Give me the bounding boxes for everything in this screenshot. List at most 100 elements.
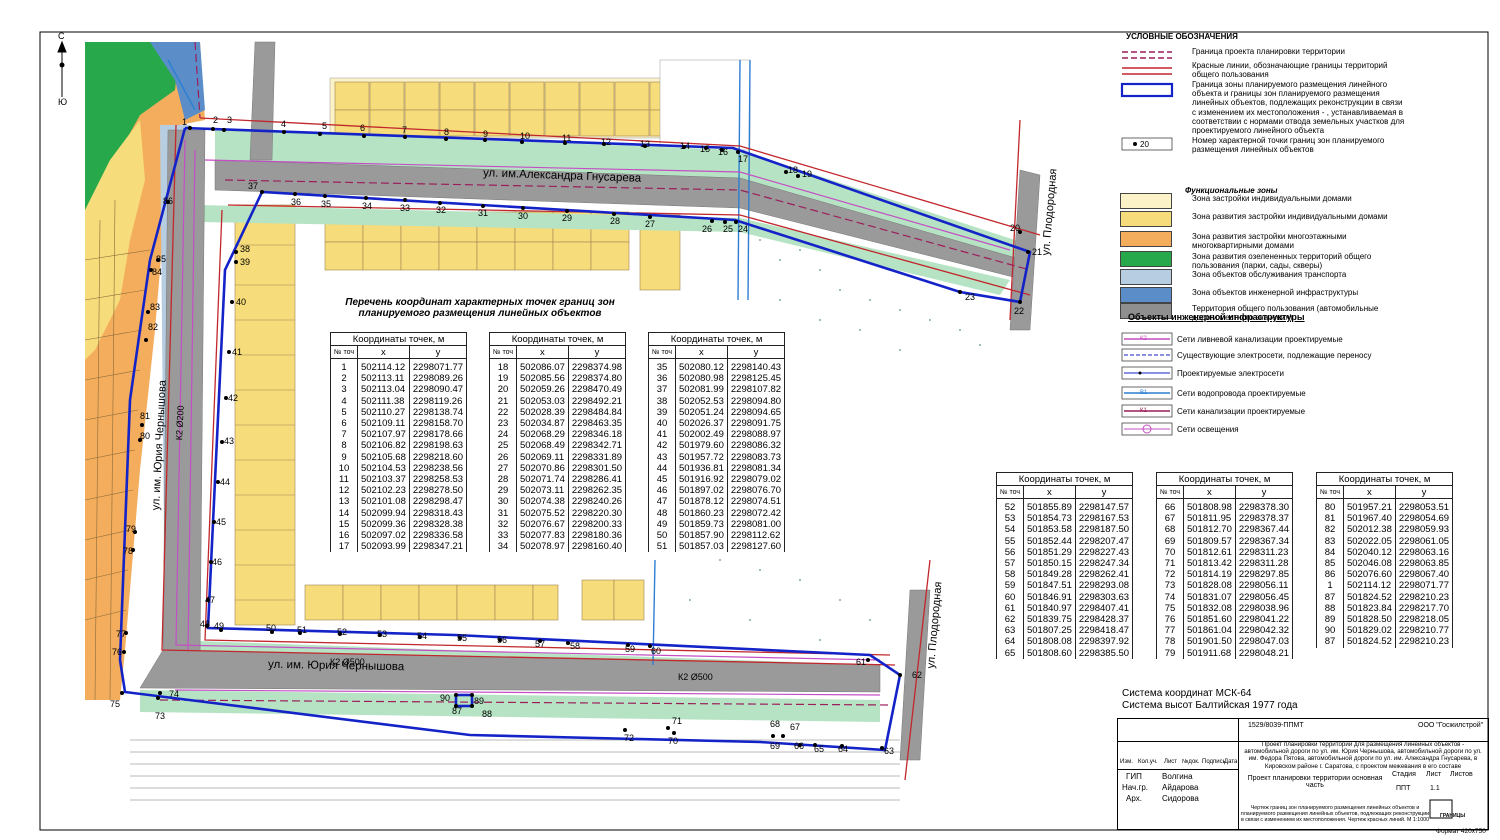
table-cell: 501911.68 (1182, 647, 1236, 659)
stamp-col-izm: Изм. (1120, 759, 1133, 765)
table-cell: 502046.08 (1342, 558, 1396, 570)
table-cell: 37 (648, 384, 676, 396)
table-cell: 2298063.16 (1394, 546, 1454, 559)
table-cell: 53 (996, 513, 1024, 525)
table-cell: 501808.98 (1182, 498, 1236, 514)
point-label: 53 (377, 629, 388, 639)
table-cell: 502002.49 (674, 429, 728, 441)
table-cell: 502077.83 (515, 530, 569, 542)
table-cell: 46 (648, 485, 676, 497)
table-cell: 44 (648, 462, 676, 475)
table-cell: 501828.50 (1342, 614, 1396, 626)
table-cell: 57 (996, 558, 1024, 570)
table-row: 62 501839.75 2298428.37 (996, 614, 1134, 626)
point-label: 34 (362, 201, 373, 211)
stamp-col-date: Дата (1224, 759, 1238, 765)
table-cell: 76 (1156, 614, 1184, 626)
legend-item-boundary: Граница проекта планировки территории (1192, 47, 1345, 56)
table-cell: 502106.82 (356, 440, 410, 452)
point-label: 63 (884, 746, 895, 756)
table-cell: 2298374.80 (567, 373, 627, 385)
stamp-role-3: Арх. (1126, 794, 1142, 803)
table-cell: 501823.84 (1342, 602, 1396, 615)
table-row: 87 501824.52 2298210.23 (1316, 636, 1454, 648)
table-cell: 2298112.62 (726, 530, 786, 542)
table-row: 80 501957.21 2298053.51 (1316, 498, 1454, 514)
table-cell: 2298385.50 (1074, 647, 1134, 659)
table-cell: 80 (1316, 498, 1344, 514)
compass-north-label: С (58, 31, 65, 41)
table-cell: 501831.07 (1182, 591, 1236, 603)
point-label: 75 (110, 699, 121, 709)
table-cell: 2298089.26 (408, 373, 468, 385)
point-label: 42 (228, 393, 239, 403)
table-row: 53 501854.73 2298167.53 (996, 513, 1134, 525)
table-cell: 2298079.02 (726, 474, 786, 486)
table-row: 35 502080.12 2298140.43 (648, 358, 786, 374)
table-row: 86 502076.60 2298067.40 (1316, 569, 1454, 581)
table-cell: 502022.05 (1342, 535, 1396, 547)
point-label: 64 (838, 744, 849, 754)
stamp-logo: ГРАНИЦЫ (1440, 813, 1466, 819)
table-cell: 2298210.77 (1394, 625, 1454, 637)
table-cell: 67 (1156, 513, 1184, 525)
point-label: 7 (402, 125, 408, 135)
table-row: 60 501846.91 2298303.63 (996, 591, 1134, 603)
table-cell: 48 (648, 507, 676, 519)
height-system-text: Система высот Балтийская 1977 года (1122, 700, 1298, 711)
table-cell: 502086.07 (515, 358, 569, 374)
table-cell: 502085.56 (515, 373, 569, 385)
coord-table-4: Координаты точек, м № точ x y 52 501855.89 229… (995, 472, 1134, 659)
coord-table-2: Координаты точек, м № точ x y 18 502086.07 229… (488, 332, 627, 553)
table-cell: 2298198.63 (408, 440, 468, 452)
table-cell: 502080.98 (674, 373, 728, 385)
table-cell: 501849.28 (1022, 569, 1076, 581)
table-row: 36 502080.98 2298125.45 (648, 373, 786, 385)
table-row: 67 501811.95 2298378.37 (1156, 513, 1294, 525)
table-row: 19 502085.56 2298374.80 (489, 373, 627, 385)
table-cell: 502113.04 (356, 384, 410, 396)
table-cell: 3 (330, 384, 358, 396)
table-cell: 38 (648, 395, 676, 407)
table-cell: 55 (996, 535, 1024, 547)
point-label: 60 (651, 646, 662, 656)
point-label: 1 (182, 117, 188, 127)
table-cell: 501857.03 (674, 541, 728, 553)
coord-system-text: Система координат МСК-64 (1122, 688, 1252, 699)
legend-b1-code: В1 (1140, 390, 1148, 396)
legend-infra-title: Объекты инженерной инфраструктуры (1128, 312, 1305, 322)
table-cell: 502076.67 (515, 518, 569, 531)
point-label: 50 (266, 623, 277, 633)
table-cell: 2298086.32 (726, 440, 786, 452)
table-caption: Координаты точек, м (1155, 472, 1294, 486)
point-label: 83 (150, 302, 161, 312)
table-cell: 69 (1156, 535, 1184, 547)
coord-table-1: Координаты точек, м № точ x y 1 502114.12 2298… (329, 332, 468, 553)
table-cell: 45 (648, 474, 676, 486)
table-cell: 501957.72 (674, 451, 728, 463)
table-cell: 2298059.93 (1394, 524, 1454, 536)
table-cell: 501936.81 (674, 462, 728, 475)
table-cell: 2298463.35 (567, 418, 627, 430)
table-cell: 501824.52 (1342, 591, 1396, 603)
table-row: 43 501957.72 2298083.73 (648, 451, 786, 463)
table-row: 77 501861.04 2298042.32 (1156, 625, 1294, 637)
table-cell: 2298090.47 (408, 384, 468, 396)
table-row: 90 501829.02 2298210.77 (1316, 625, 1454, 637)
table-cell: 73 (1156, 580, 1184, 592)
table-cell: 502101.08 (356, 496, 410, 508)
table-cell: 501847.51 (1022, 580, 1076, 592)
table-row: 44 501936.81 2298081.34 (648, 462, 786, 475)
table-cell: 2298125.45 (726, 373, 786, 385)
table-cell: 502093.99 (356, 541, 410, 553)
table-cell: 2298247.34 (1074, 558, 1134, 570)
point-label: 9 (483, 129, 489, 139)
table-cell: 2298081.00 (726, 518, 786, 531)
zone-label: Зона развития застройки индивидуальными … (1192, 212, 1388, 221)
table-row: 32 502076.67 2298200.33 (489, 518, 627, 531)
network-label-k2-west: К2 Ø200 (174, 405, 186, 441)
table-cell: 502026.37 (674, 418, 728, 430)
table-cell: 2298347.21 (408, 541, 468, 553)
zone-label: Зона развития застройки многоэтажными мн… (1192, 232, 1347, 251)
table-row: 22 502028.39 2298484.84 (489, 406, 627, 419)
